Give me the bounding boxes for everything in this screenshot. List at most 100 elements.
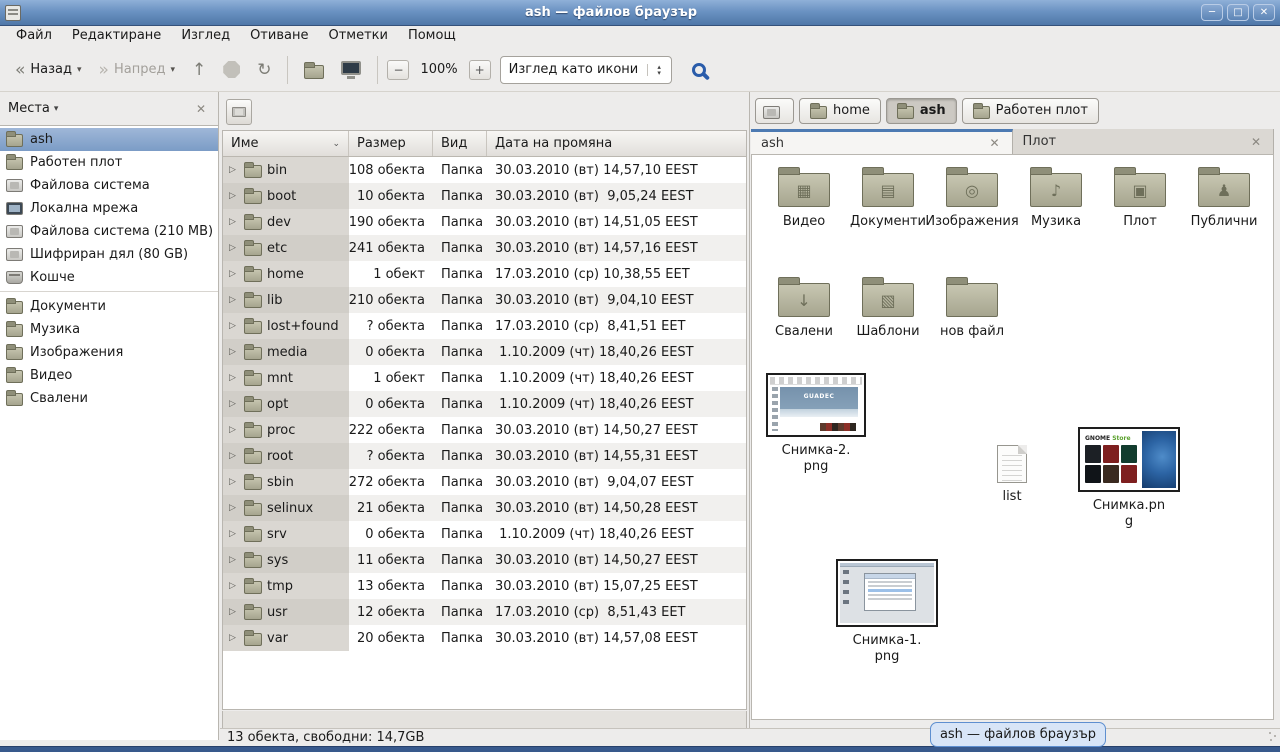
folder-item[interactable]: ▧ Шаблони (846, 273, 930, 339)
sidebar-item[interactable]: Музика (0, 318, 218, 341)
folder-item[interactable]: ♪ Музика (1014, 163, 1098, 229)
stop-button[interactable] (216, 55, 247, 84)
table-row[interactable]: ▷ bin 108 обекта Папка 30.03.2010 (вт) 1… (223, 157, 746, 183)
back-dropdown-icon[interactable]: ▾ (77, 65, 82, 75)
expander-icon[interactable]: ▷ (229, 269, 239, 279)
file-snimka-1-png[interactable]: Снимка-1.png (836, 559, 938, 665)
column-header-name[interactable]: Име ⌄ (223, 131, 349, 156)
expander-icon[interactable]: ▷ (229, 477, 239, 487)
sidebar-item[interactable]: Файлова система (210 MB) (0, 220, 218, 243)
horizontal-scrollbar-trough[interactable] (222, 711, 747, 728)
table-row[interactable]: ▷ dev 190 обекта Папка 30.03.2010 (вт) 1… (223, 209, 746, 235)
table-row[interactable]: ▷ proc 222 обекта Папка 30.03.2010 (вт) … (223, 417, 746, 443)
forward-button[interactable]: » Напред ▾ (92, 56, 182, 83)
folder-item[interactable]: ▣ Плот (1098, 163, 1182, 229)
expander-icon[interactable]: ▷ (229, 451, 239, 461)
places-selector[interactable]: Места (8, 101, 50, 116)
column-header-size[interactable]: Размер (349, 131, 433, 156)
zoom-in-button[interactable]: + (469, 60, 491, 80)
sidebar-item[interactable]: Видео (0, 364, 218, 387)
menu-item[interactable]: Файл (6, 26, 62, 48)
sidebar-item[interactable]: ash (0, 128, 218, 151)
combo-spinner-icon[interactable]: ▴ ▾ (647, 64, 671, 76)
expander-icon[interactable]: ▷ (229, 503, 239, 513)
breadcrumb-button[interactable]: home (799, 98, 881, 124)
sidebar-item[interactable]: Локална мрежа (0, 197, 218, 220)
sidebar-item[interactable]: Изображения (0, 341, 218, 364)
expander-icon[interactable]: ▷ (229, 217, 239, 227)
expander-icon[interactable]: ▷ (229, 373, 239, 383)
folder-item[interactable]: ◎ Изображения (930, 163, 1014, 229)
table-row[interactable]: ▷ usr 12 обекта Папка 17.03.2010 (ср) 8,… (223, 599, 746, 625)
reload-button[interactable]: ↻ (250, 57, 278, 83)
table-row[interactable]: ▷ lost+found ? обекта Папка 17.03.2010 (… (223, 313, 746, 339)
table-row[interactable]: ▷ tmp 13 обекта Папка 30.03.2010 (вт) 15… (223, 573, 746, 599)
folder-item[interactable]: ↓ Свалени (762, 273, 846, 339)
menu-item[interactable]: Редактиране (62, 26, 171, 48)
sidebar-item[interactable]: Кошче (0, 266, 218, 292)
file-list[interactable]: list (974, 437, 1050, 505)
expander-icon[interactable]: ▷ (229, 529, 239, 539)
expander-icon[interactable]: ▷ (229, 555, 239, 565)
file-snimka-png[interactable]: GNOME Store Снимка.png (1078, 427, 1180, 530)
table-row[interactable]: ▷ root ? обекта Папка 30.03.2010 (вт) 14… (223, 443, 746, 469)
menu-item[interactable]: Помощ (398, 26, 466, 48)
breadcrumb-button[interactable]: Работен плот (962, 98, 1099, 124)
column-header-type[interactable]: Вид (433, 131, 487, 156)
sidebar-item[interactable]: Свалени (0, 387, 218, 410)
table-row[interactable]: ▷ home 1 обект Папка 17.03.2010 (ср) 10,… (223, 261, 746, 287)
expander-icon[interactable]: ▷ (229, 607, 239, 617)
table-row[interactable]: ▷ srv 0 обекта Папка 1.10.2009 (чт) 18,4… (223, 521, 746, 547)
folder-item[interactable]: ▤ Документи (846, 163, 930, 229)
resize-grip[interactable] (1268, 731, 1278, 743)
computer-button[interactable] (334, 59, 368, 81)
breadcrumb-button[interactable] (755, 98, 794, 124)
expander-icon[interactable]: ▷ (229, 243, 239, 253)
expander-icon[interactable]: ▷ (229, 191, 239, 201)
table-row[interactable]: ▷ boot 10 обекта Папка 30.03.2010 (вт) 9… (223, 183, 746, 209)
places-caret-icon[interactable]: ▾ (54, 104, 192, 114)
expander-icon[interactable]: ▷ (229, 347, 239, 357)
back-button[interactable]: « Назад ▾ (8, 56, 89, 83)
up-button[interactable]: ↑ (185, 57, 213, 83)
table-row[interactable]: ▷ mnt 1 обект Папка 1.10.2009 (чт) 18,40… (223, 365, 746, 391)
sidebar-item[interactable]: Шифриран дял (80 GB) (0, 243, 218, 266)
table-row[interactable]: ▷ sys 11 обекта Папка 30.03.2010 (вт) 14… (223, 547, 746, 573)
tab[interactable]: ash ✕ (751, 129, 1013, 154)
sidebar-close-icon[interactable]: ✕ (192, 100, 210, 118)
menu-item[interactable]: Отиване (240, 26, 318, 48)
table-row[interactable]: ▷ opt 0 обекта Папка 1.10.2009 (чт) 18,4… (223, 391, 746, 417)
breadcrumb-button[interactable]: ash (886, 98, 957, 124)
minimize-button[interactable]: ─ (1201, 4, 1223, 21)
sidebar-item[interactable]: Файлова система (0, 174, 218, 197)
tab-close-icon[interactable]: ✕ (1249, 135, 1263, 149)
root-location-button[interactable] (226, 99, 252, 125)
expander-icon[interactable]: ▷ (229, 581, 239, 591)
folder-item[interactable]: ♟ Публични (1182, 163, 1266, 229)
sidebar-item[interactable]: Работен плот (0, 151, 218, 174)
close-button[interactable]: ✕ (1253, 4, 1275, 21)
expander-icon[interactable]: ▷ (229, 295, 239, 305)
table-row[interactable]: ▷ etc 241 обекта Папка 30.03.2010 (вт) 1… (223, 235, 746, 261)
menu-item[interactable]: Изглед (171, 26, 240, 48)
expander-icon[interactable]: ▷ (229, 399, 239, 409)
home-button[interactable] (297, 55, 331, 85)
table-row[interactable]: ▷ selinux 21 обекта Папка 30.03.2010 (вт… (223, 495, 746, 521)
table-row[interactable]: ▷ sbin 272 обекта Папка 30.03.2010 (вт) … (223, 469, 746, 495)
column-header-date[interactable]: Дата на промяна (487, 131, 746, 156)
table-row[interactable]: ▷ var 20 обекта Папка 30.03.2010 (вт) 14… (223, 625, 746, 651)
folder-item[interactable]: ▦ Видео (762, 163, 846, 229)
menu-item[interactable]: Отметки (318, 26, 397, 48)
folder-item[interactable]: нов файл (930, 273, 1014, 339)
tab-close-icon[interactable]: ✕ (987, 136, 1001, 150)
expander-icon[interactable]: ▷ (229, 425, 239, 435)
search-button[interactable] (675, 57, 719, 83)
expander-icon[interactable]: ▷ (229, 633, 239, 643)
maximize-button[interactable]: □ (1227, 4, 1249, 21)
view-mode-select[interactable]: Изглед като икони ▴ ▾ (500, 56, 672, 84)
forward-dropdown-icon[interactable]: ▾ (170, 65, 175, 75)
tab[interactable]: Плот ✕ (1013, 129, 1275, 154)
taskbar-window-button[interactable]: ash — файлов браузър (930, 722, 1106, 747)
file-snimka-2-png[interactable]: GUADEC Снимка-2.png (766, 373, 866, 475)
expander-icon[interactable]: ▷ (229, 321, 239, 331)
